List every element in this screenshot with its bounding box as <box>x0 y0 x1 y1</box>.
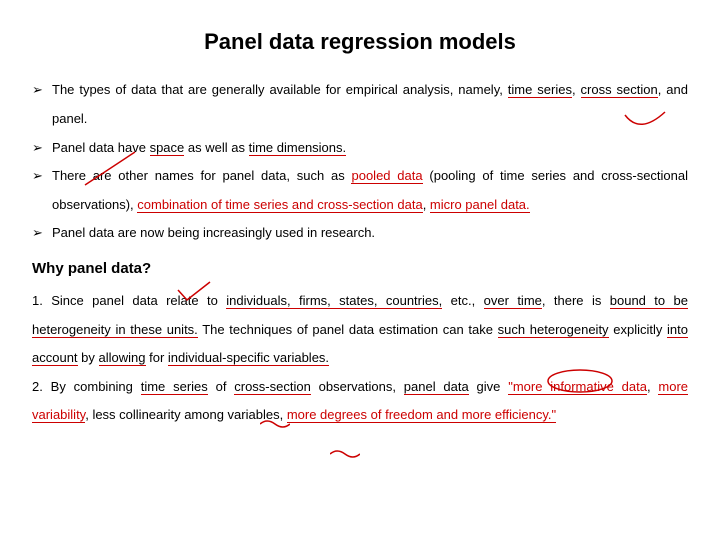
text: of <box>208 379 234 394</box>
text: 1. Since panel data relate to <box>32 293 226 308</box>
text: Panel data are now being increasingly us… <box>52 225 375 240</box>
paragraph-2: 2. By combining time series of cross-sec… <box>32 373 688 430</box>
bullet-1: The types of data that are generally ava… <box>32 76 688 133</box>
text: There are other names for panel data, su… <box>52 168 351 183</box>
text: explicitly <box>609 322 667 337</box>
text: , there is <box>542 293 610 308</box>
underline-panel-data: panel data <box>404 379 469 395</box>
text: , <box>647 379 658 394</box>
page-title: Panel data regression models <box>32 18 688 66</box>
text: The techniques of panel data estimation … <box>198 322 498 337</box>
underline-individual-specific: individual-specific variables. <box>168 350 329 366</box>
bullet-2: Panel data have space as well as time di… <box>32 134 688 163</box>
text: Panel data have <box>52 140 150 155</box>
underline-more-informative: "more informative data <box>508 379 647 395</box>
underline-more-degrees: more degrees of freedom and more efficie… <box>287 407 556 423</box>
underline-allowing: allowing <box>99 350 146 366</box>
underline-such-heterogeneity: such heterogeneity <box>498 322 609 338</box>
underline-combination: combination of time series and cross-sec… <box>137 197 422 213</box>
underline-space: space <box>150 140 185 156</box>
why-heading: Why panel data? <box>32 252 688 285</box>
underline-time-series-2: time series <box>141 379 208 395</box>
underline-cross-section-2: cross-section <box>234 379 311 395</box>
underline-micro-panel: micro panel data. <box>430 197 530 213</box>
paragraph-1: 1. Since panel data relate to individual… <box>32 287 688 373</box>
underline-over-time: over time <box>484 293 542 309</box>
text: , <box>423 197 430 212</box>
underline-individuals: individuals, firms, states, countries, <box>226 293 442 309</box>
text: , less collinearity among variables, <box>85 407 287 422</box>
bullet-3: There are other names for panel data, su… <box>32 162 688 219</box>
bullet-4: Panel data are now being increasingly us… <box>32 219 688 248</box>
underline-time-dimensions: time dimensions. <box>249 140 347 156</box>
text: The types of data that are generally ava… <box>52 82 508 97</box>
annotation-squiggle-2 <box>330 450 360 458</box>
text: etc., <box>442 293 483 308</box>
text: , <box>572 82 581 97</box>
underline-pooled-data: pooled data <box>351 168 422 184</box>
underline-time-series: time series <box>508 82 572 98</box>
underline-cross-section: cross section <box>581 82 658 98</box>
text: for <box>146 350 168 365</box>
text: 2. By combining <box>32 379 141 394</box>
text: as well as <box>184 140 248 155</box>
text: observations, <box>311 379 404 394</box>
text: by <box>78 350 99 365</box>
text: give <box>469 379 508 394</box>
